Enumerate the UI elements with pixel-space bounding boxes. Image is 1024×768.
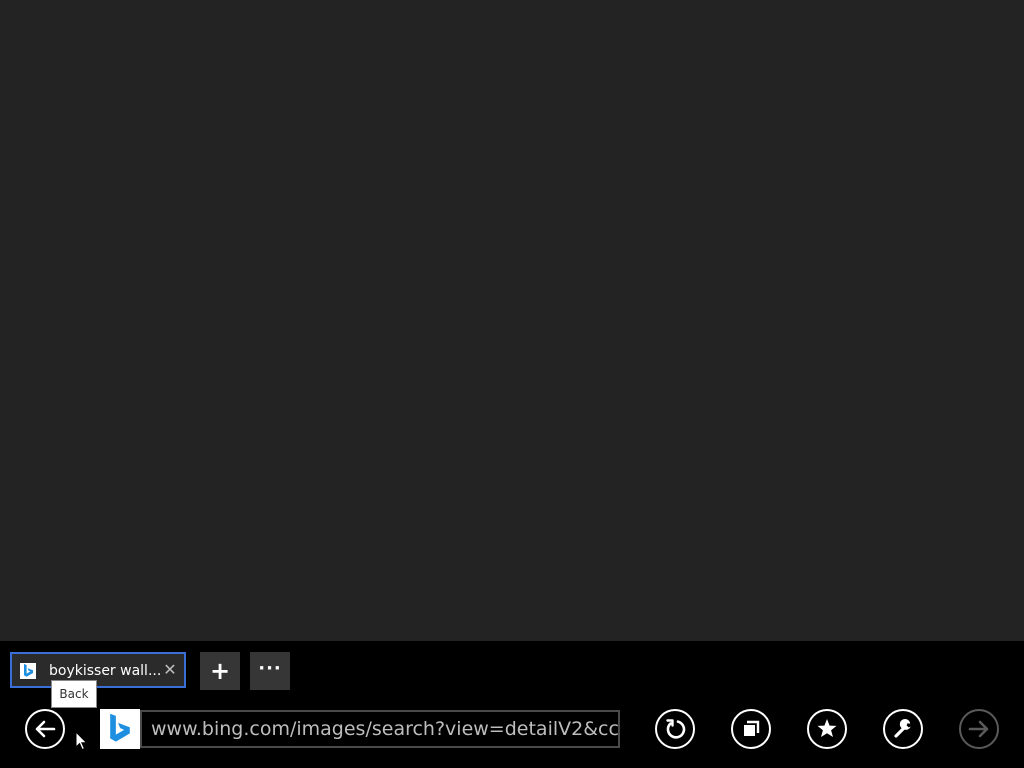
web-page-content[interactable]: [0, 0, 1024, 641]
mouse-cursor-icon: [75, 731, 88, 751]
bing-logo-icon: [20, 663, 36, 679]
close-tab-icon[interactable]: ✕: [160, 660, 180, 680]
pin-to-start-button[interactable]: [731, 709, 771, 749]
plus-icon: +: [209, 657, 231, 685]
back-button[interactable]: [25, 709, 65, 749]
refresh-icon: [666, 719, 686, 739]
new-tab-button[interactable]: +: [200, 652, 240, 690]
page-tools-button[interactable]: [883, 709, 923, 749]
browser-app-bar: boykisser wall... ✕ + ···: [0, 641, 1024, 768]
forward-arrow-icon: [968, 720, 989, 738]
favorites-button[interactable]: [807, 709, 847, 749]
refresh-button[interactable]: [655, 709, 695, 749]
forward-button[interactable]: [959, 709, 999, 749]
back-tooltip: Back: [51, 680, 97, 708]
address-bar[interactable]: [140, 710, 620, 748]
tab-tools-button[interactable]: ···: [250, 652, 290, 690]
wrench-icon: [894, 719, 911, 738]
more-icon: ···: [258, 658, 282, 679]
bing-logo-icon: [110, 713, 130, 742]
star-icon: [817, 719, 837, 737]
tab-active[interactable]: boykisser wall... ✕: [10, 652, 186, 688]
site-identity-button[interactable]: [100, 709, 140, 749]
url-input[interactable]: [142, 712, 618, 746]
back-arrow-icon: [35, 720, 56, 738]
tab-title: boykisser wall...: [49, 663, 162, 679]
pin-to-start-icon: [744, 720, 760, 736]
